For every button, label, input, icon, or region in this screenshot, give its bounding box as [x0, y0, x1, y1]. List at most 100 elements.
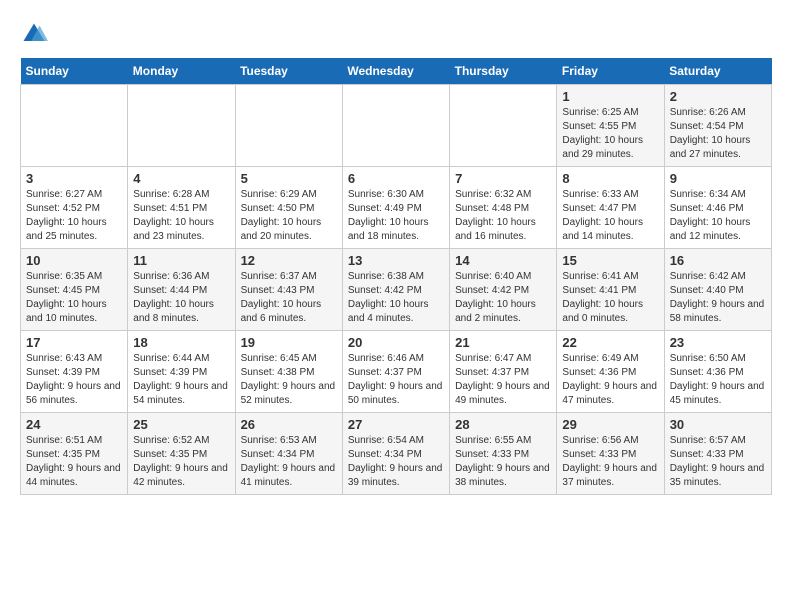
- calendar-day-cell: [342, 85, 449, 167]
- weekday-header: Monday: [128, 58, 235, 85]
- calendar-day-cell: 23Sunrise: 6:50 AM Sunset: 4:36 PM Dayli…: [664, 331, 771, 413]
- day-number: 15: [562, 253, 658, 268]
- calendar-week-row: 10Sunrise: 6:35 AM Sunset: 4:45 PM Dayli…: [21, 249, 772, 331]
- day-number: 24: [26, 417, 122, 432]
- calendar-day-cell: 21 Sunrise: 6:47 AM Sunset: 4:37 PM Dayli…: [450, 331, 557, 413]
- weekday-header: Friday: [557, 58, 664, 85]
- day-info: Sunrise: 6:53 AM Sunset: 4:34 PM Dayligh…: [241, 434, 337, 490]
- day-info: Sunrise: 6:35 AM Sunset: 4:45 PM Dayligh…: [26, 270, 122, 326]
- day-info: Sunrise: 6:40 AM Sunset: 4:42 PM Dayligh…: [455, 270, 551, 326]
- day-number: 21: [455, 335, 551, 350]
- day-number: 27: [348, 417, 444, 432]
- calendar-day-cell: [235, 85, 342, 167]
- day-info: Sunrise: 6:45 AM Sunset: 4:38 PM Dayligh…: [241, 352, 337, 408]
- day-info: Sunrise: 6:57 AM Sunset: 4:33 PM Dayligh…: [670, 434, 766, 490]
- day-info: Sunrise: 6:52 AM Sunset: 4:35 PM Dayligh…: [133, 434, 229, 490]
- day-info: Sunrise: 6:42 AM Sunset: 4:40 PM Dayligh…: [670, 270, 766, 326]
- day-info: Sunrise: 6:44 AM Sunset: 4:39 PM Dayligh…: [133, 352, 229, 408]
- calendar-day-cell: 30 Sunrise: 6:57 AM Sunset: 4:33 PM Dayli…: [664, 413, 771, 495]
- day-info: Sunrise: 6:29 AM Sunset: 4:50 PM Dayligh…: [241, 188, 337, 244]
- day-info: Sunrise: 6:28 AM Sunset: 4:51 PM Dayligh…: [133, 188, 229, 244]
- day-number: 9: [670, 171, 766, 186]
- day-info: Sunrise: 6:49 AM Sunset: 4:36 PM Dayligh…: [562, 352, 658, 408]
- day-number: 19: [241, 335, 337, 350]
- day-info: Sunrise: 6:37 AM Sunset: 4:43 PM Dayligh…: [241, 270, 337, 326]
- calendar-day-cell: 11 Sunrise: 6:36 AM Sunset: 4:44 PM Dayli…: [128, 249, 235, 331]
- day-number: 26: [241, 417, 337, 432]
- calendar-day-cell: 4 Sunrise: 6:28 AM Sunset: 4:51 PM Daylig…: [128, 167, 235, 249]
- day-info: Sunrise: 6:56 AM Sunset: 4:33 PM Dayligh…: [562, 434, 658, 490]
- page-header: [20, 20, 772, 48]
- day-number: 11: [133, 253, 229, 268]
- day-number: 20: [348, 335, 444, 350]
- calendar-day-cell: 19 Sunrise: 6:45 AM Sunset: 4:38 PM Dayli…: [235, 331, 342, 413]
- calendar-day-cell: [128, 85, 235, 167]
- calendar-day-cell: 22 Sunrise: 6:49 AM Sunset: 4:36 PM Dayli…: [557, 331, 664, 413]
- calendar-week-row: 17 Sunrise: 6:43 AM Sunset: 4:39 PM Dayli…: [21, 331, 772, 413]
- day-info: Sunrise: 6:54 AM Sunset: 4:34 PM Dayligh…: [348, 434, 444, 490]
- calendar-table: SundayMondayTuesdayWednesdayThursdayFrid…: [20, 58, 772, 495]
- weekday-header: Thursday: [450, 58, 557, 85]
- day-number: 13: [348, 253, 444, 268]
- day-number: 4: [133, 171, 229, 186]
- day-info: Sunrise: 6:41 AM Sunset: 4:41 PM Dayligh…: [562, 270, 658, 326]
- day-info: Sunrise: 6:34 AM Sunset: 4:46 PM Dayligh…: [670, 188, 766, 244]
- logo-icon: [20, 20, 48, 48]
- day-number: 6: [348, 171, 444, 186]
- day-number: 29: [562, 417, 658, 432]
- calendar-header-row: SundayMondayTuesdayWednesdayThursdayFrid…: [21, 58, 772, 85]
- calendar-week-row: 1 Sunrise: 6:25 AM Sunset: 4:55 PM Daylig…: [21, 85, 772, 167]
- calendar-day-cell: 29 Sunrise: 6:56 AM Sunset: 4:33 PM Dayli…: [557, 413, 664, 495]
- day-number: 12: [241, 253, 337, 268]
- day-number: 22: [562, 335, 658, 350]
- weekday-header: Wednesday: [342, 58, 449, 85]
- day-info: Sunrise: 6:27 AM Sunset: 4:52 PM Dayligh…: [26, 188, 122, 244]
- calendar-day-cell: 17 Sunrise: 6:43 AM Sunset: 4:39 PM Dayli…: [21, 331, 128, 413]
- calendar-day-cell: 2 Sunrise: 6:26 AM Sunset: 4:54 PM Daylig…: [664, 85, 771, 167]
- calendar-day-cell: 6 Sunrise: 6:30 AM Sunset: 4:49 PM Daylig…: [342, 167, 449, 249]
- calendar-day-cell: 15 Sunrise: 6:41 AM Sunset: 4:41 PM Dayli…: [557, 249, 664, 331]
- day-info: Sunrise: 6:32 AM Sunset: 4:48 PM Dayligh…: [455, 188, 551, 244]
- calendar-day-cell: 12 Sunrise: 6:37 AM Sunset: 4:43 PM Dayli…: [235, 249, 342, 331]
- day-number: 16: [670, 253, 766, 268]
- day-number: 30: [670, 417, 766, 432]
- calendar-day-cell: [450, 85, 557, 167]
- day-number: 14: [455, 253, 551, 268]
- calendar-week-row: 24 Sunrise: 6:51 AM Sunset: 4:35 PM Dayli…: [21, 413, 772, 495]
- day-number: 25: [133, 417, 229, 432]
- day-info: Sunrise: 6:38 AM Sunset: 4:42 PM Dayligh…: [348, 270, 444, 326]
- day-info: Sunrise: 6:47 AM Sunset: 4:37 PM Dayligh…: [455, 352, 551, 408]
- calendar-day-cell: [21, 85, 128, 167]
- calendar-day-cell: 26 Sunrise: 6:53 AM Sunset: 4:34 PM Dayli…: [235, 413, 342, 495]
- calendar-week-row: 3 Sunrise: 6:27 AM Sunset: 4:52 PM Daylig…: [21, 167, 772, 249]
- calendar-day-cell: 24 Sunrise: 6:51 AM Sunset: 4:35 PM Dayli…: [21, 413, 128, 495]
- day-info: Sunrise: 6:30 AM Sunset: 4:49 PM Dayligh…: [348, 188, 444, 244]
- calendar-day-cell: 28Sunrise: 6:55 AM Sunset: 4:33 PM Dayli…: [450, 413, 557, 495]
- day-number: 28: [455, 417, 551, 432]
- day-number: 18: [133, 335, 229, 350]
- day-number: 5: [241, 171, 337, 186]
- day-info: Sunrise: 6:25 AM Sunset: 4:55 PM Dayligh…: [562, 106, 658, 162]
- calendar-day-cell: 16 Sunrise: 6:42 AM Sunset: 4:40 PM Dayli…: [664, 249, 771, 331]
- calendar-day-cell: 5 Sunrise: 6:29 AM Sunset: 4:50 PM Daylig…: [235, 167, 342, 249]
- weekday-header: Saturday: [664, 58, 771, 85]
- logo: [20, 20, 50, 48]
- day-number: 17: [26, 335, 122, 350]
- day-info: Sunrise: 6:51 AM Sunset: 4:35 PM Dayligh…: [26, 434, 122, 490]
- day-number: 1: [562, 89, 658, 104]
- calendar-day-cell: 3 Sunrise: 6:27 AM Sunset: 4:52 PM Daylig…: [21, 167, 128, 249]
- calendar-day-cell: 7Sunrise: 6:32 AM Sunset: 4:48 PM Daylig…: [450, 167, 557, 249]
- calendar-day-cell: 10Sunrise: 6:35 AM Sunset: 4:45 PM Dayli…: [21, 249, 128, 331]
- day-info: Sunrise: 6:43 AM Sunset: 4:39 PM Dayligh…: [26, 352, 122, 408]
- day-info: Sunrise: 6:33 AM Sunset: 4:47 PM Dayligh…: [562, 188, 658, 244]
- calendar-day-cell: 1 Sunrise: 6:25 AM Sunset: 4:55 PM Daylig…: [557, 85, 664, 167]
- day-number: 23: [670, 335, 766, 350]
- day-info: Sunrise: 6:26 AM Sunset: 4:54 PM Dayligh…: [670, 106, 766, 162]
- calendar-day-cell: 8 Sunrise: 6:33 AM Sunset: 4:47 PM Daylig…: [557, 167, 664, 249]
- day-number: 8: [562, 171, 658, 186]
- calendar-day-cell: 9 Sunrise: 6:34 AM Sunset: 4:46 PM Daylig…: [664, 167, 771, 249]
- calendar-day-cell: 18 Sunrise: 6:44 AM Sunset: 4:39 PM Dayli…: [128, 331, 235, 413]
- day-number: 2: [670, 89, 766, 104]
- day-info: Sunrise: 6:36 AM Sunset: 4:44 PM Dayligh…: [133, 270, 229, 326]
- day-number: 3: [26, 171, 122, 186]
